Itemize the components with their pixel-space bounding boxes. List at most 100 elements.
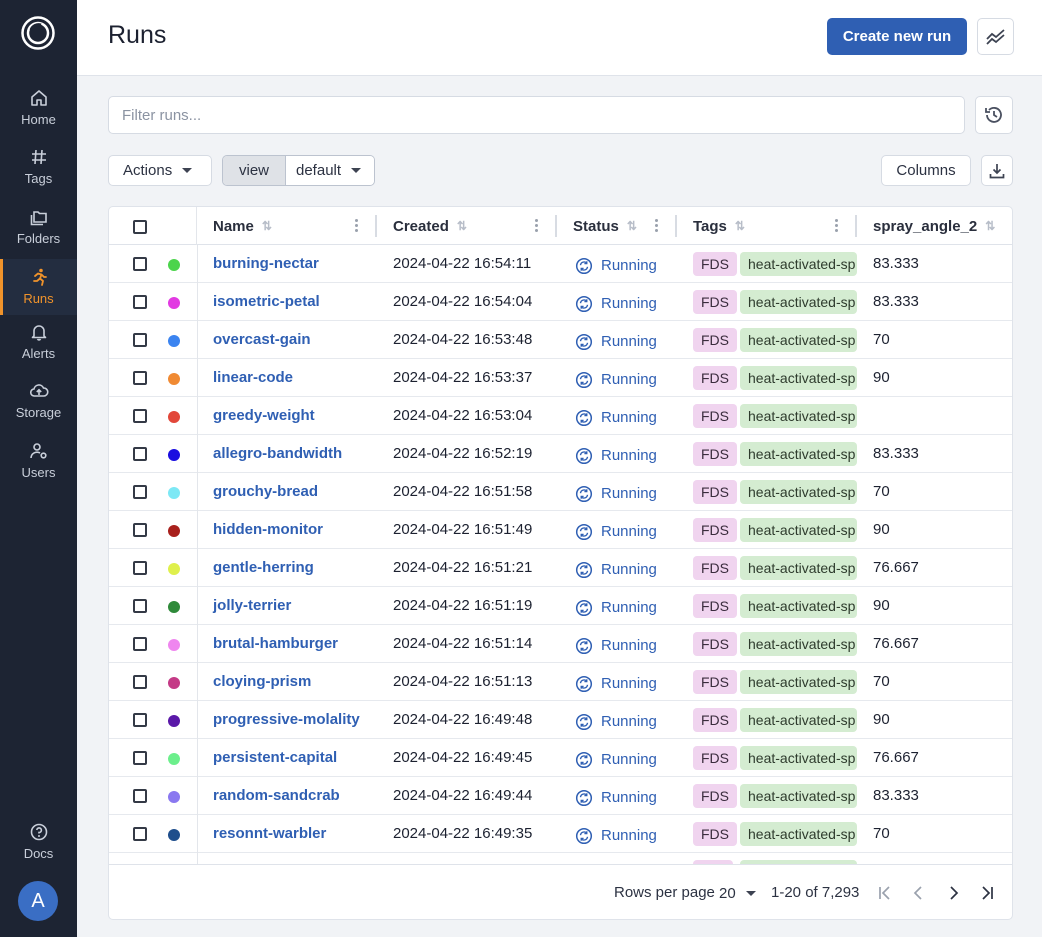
row-checkbox[interactable] — [133, 295, 147, 309]
run-name-link[interactable]: gentle-herring — [213, 549, 314, 587]
table-row[interactable]: isometric-petal 2024-04-22 16:54:04 Runnin… — [109, 283, 1012, 321]
tag-chip[interactable]: heat-activated-sp — [740, 480, 857, 504]
tag-chip[interactable]: heat-activated-sp — [740, 290, 857, 314]
run-name-link[interactable]: hidden-monitor — [213, 511, 323, 549]
column-header-tags[interactable]: Tags ⇅ — [693, 207, 745, 245]
download-button[interactable] — [981, 155, 1013, 186]
tag-chip[interactable]: heat-activated-sp — [740, 518, 857, 542]
sort-icon[interactable]: ⇅ — [457, 219, 467, 233]
run-name-link[interactable]: cloying-prism — [213, 663, 311, 701]
sidebar-item-docs[interactable]: Docs — [0, 822, 77, 882]
filter-runs-input[interactable] — [108, 96, 965, 134]
row-checkbox[interactable] — [133, 751, 147, 765]
column-header-spray-angle-2[interactable]: spray_angle_2 ⇅ — [873, 207, 995, 245]
sort-icon[interactable]: ⇅ — [735, 219, 745, 233]
columns-button[interactable]: Columns — [881, 155, 971, 186]
table-row[interactable]: cloying-prism 2024-04-22 16:51:13 Running F… — [109, 663, 1012, 701]
tag-chip[interactable]: heat-activated-sp — [740, 746, 857, 770]
table-row[interactable]: greedy-weight 2024-04-22 16:53:04 Running F… — [109, 397, 1012, 435]
row-checkbox[interactable] — [133, 561, 147, 575]
history-button[interactable] — [975, 96, 1013, 134]
column-resizer[interactable] — [855, 215, 857, 237]
column-menu-icon[interactable] — [835, 219, 839, 233]
row-checkbox[interactable] — [133, 257, 147, 271]
sidebar-item-home[interactable]: Home — [0, 88, 77, 148]
previous-page-button[interactable] — [908, 882, 930, 904]
app-logo-icon[interactable] — [21, 16, 55, 50]
sort-icon[interactable]: ⇅ — [985, 219, 995, 233]
first-page-button[interactable] — [874, 882, 896, 904]
tag-chip[interactable]: FDS — [693, 442, 737, 466]
tag-chip[interactable]: FDS — [693, 594, 737, 618]
row-checkbox[interactable] — [133, 409, 147, 423]
run-name-link[interactable]: brutal-hamburger — [213, 625, 338, 663]
tag-chip[interactable]: FDS — [693, 670, 737, 694]
tag-chip[interactable]: FDS — [693, 556, 737, 580]
column-header-status[interactable]: Status ⇅ — [573, 207, 637, 245]
compare-chart-button[interactable] — [977, 18, 1014, 55]
tag-chip[interactable]: heat-activated-sp — [740, 442, 857, 466]
row-checkbox[interactable] — [133, 789, 147, 803]
table-row[interactable]: hidden-monitor 2024-04-22 16:51:49 Running… — [109, 511, 1012, 549]
run-name-link[interactable]: grouchy-bread — [213, 473, 318, 511]
tag-chip[interactable]: heat-activated-sp — [740, 594, 857, 618]
sidebar-item-users[interactable]: Users — [0, 441, 77, 501]
column-menu-icon[interactable] — [355, 219, 359, 233]
run-name-link[interactable]: burning-nectar — [213, 245, 319, 283]
column-header-name[interactable]: Name ⇅ — [213, 207, 272, 245]
tag-chip[interactable]: heat-activated-sp — [740, 556, 857, 580]
sidebar-item-alerts[interactable]: Alerts — [0, 322, 77, 382]
run-name-link[interactable]: overcast-gain — [213, 321, 311, 359]
tag-chip[interactable]: heat-activated-sp — [740, 252, 857, 276]
tag-chip[interactable]: heat-activated-sp — [740, 708, 857, 732]
tag-chip[interactable]: FDS — [693, 784, 737, 808]
table-row[interactable]: linear-code 2024-04-22 16:53:37 Running FDS… — [109, 359, 1012, 397]
select-all-checkbox[interactable] — [133, 220, 147, 234]
sort-icon[interactable]: ⇅ — [627, 219, 637, 233]
row-checkbox[interactable] — [133, 637, 147, 651]
tag-chip[interactable]: heat-activated-sp — [740, 822, 857, 846]
run-name-link[interactable]: linear-code — [213, 359, 293, 397]
row-checkbox[interactable] — [133, 713, 147, 727]
table-row[interactable]: resonnt-warbler 2024-04-22 16:49:35 Runnin… — [109, 815, 1012, 853]
table-row[interactable]: overcast-gain 2024-04-22 16:53:48 Running F… — [109, 321, 1012, 359]
tag-chip[interactable]: FDS — [693, 290, 737, 314]
sidebar-item-folders[interactable]: Folders — [0, 207, 77, 267]
tag-chip[interactable]: FDS — [693, 518, 737, 542]
avatar[interactable]: A — [18, 881, 58, 921]
run-name-link[interactable]: progressive-molality — [213, 701, 360, 739]
run-name-link[interactable]: allegro-bandwidth — [213, 435, 342, 473]
tag-chip[interactable]: heat-activated-sp — [740, 670, 857, 694]
table-row[interactable] — [109, 853, 1012, 864]
tag-chip[interactable]: heat-activated-sp — [740, 328, 857, 352]
column-resizer[interactable] — [555, 215, 557, 237]
column-menu-icon[interactable] — [655, 219, 659, 233]
rows-per-page-select[interactable]: 20 — [719, 882, 756, 904]
row-checkbox[interactable] — [133, 675, 147, 689]
table-row[interactable]: persistent-capital 2024-04-22 16:49:45 Run… — [109, 739, 1012, 777]
row-checkbox[interactable] — [133, 371, 147, 385]
column-resizer[interactable] — [675, 215, 677, 237]
create-new-run-button[interactable]: Create new run — [827, 18, 967, 55]
table-row[interactable]: progressive-molality 2024-04-22 16:49:48 R… — [109, 701, 1012, 739]
tag-chip[interactable]: FDS — [693, 252, 737, 276]
row-checkbox[interactable] — [133, 827, 147, 841]
tag-chip[interactable]: heat-activated-sp — [740, 784, 857, 808]
last-page-button[interactable] — [976, 882, 998, 904]
run-name-link[interactable]: persistent-capital — [213, 739, 337, 777]
tag-chip[interactable]: heat-activated-sp — [740, 404, 857, 428]
view-dropdown[interactable]: default — [286, 156, 374, 185]
actions-dropdown[interactable]: Actions — [108, 155, 212, 186]
tag-chip[interactable]: FDS — [693, 366, 737, 390]
sort-icon[interactable]: ⇅ — [262, 219, 272, 233]
run-name-link[interactable]: greedy-weight — [213, 397, 315, 435]
tag-chip[interactable]: FDS — [693, 708, 737, 732]
tag-chip[interactable]: FDS — [693, 404, 737, 428]
table-row[interactable]: brutal-hamburger 2024-04-22 16:51:14 Runni… — [109, 625, 1012, 663]
run-name-link[interactable]: isometric-petal — [213, 283, 320, 321]
next-page-button[interactable] — [942, 882, 964, 904]
tag-chip[interactable]: FDS — [693, 746, 737, 770]
row-checkbox[interactable] — [133, 523, 147, 537]
sidebar-item-tags[interactable]: Tags — [0, 147, 77, 207]
sidebar-item-runs[interactable]: Runs — [0, 259, 77, 315]
